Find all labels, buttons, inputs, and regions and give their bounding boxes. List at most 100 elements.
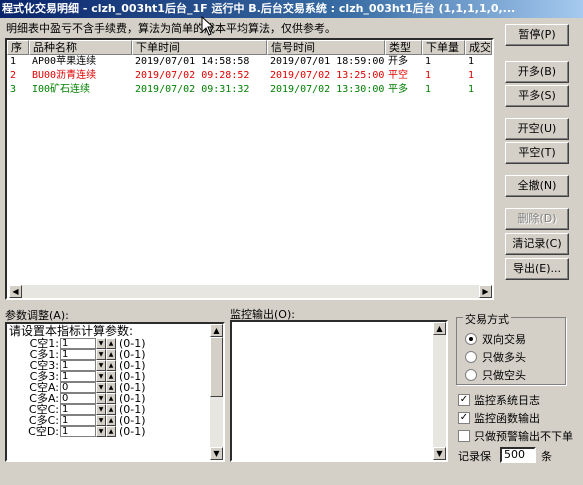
record-keep-suffix: 条 <box>541 450 552 463</box>
cell-type: 平多 <box>388 84 408 95</box>
spin-up-icon[interactable]: ▲ <box>106 371 116 382</box>
param-value-input[interactable]: 1 <box>60 415 96 426</box>
param-value-input[interactable]: 1 <box>60 360 96 371</box>
param-value-input[interactable]: 1 <box>60 349 96 360</box>
spin-up-icon[interactable]: ▲ <box>106 382 116 393</box>
cell-signal-time: 2019/07/02 13:25:00 <box>270 70 385 81</box>
param-value-input[interactable]: 1 <box>60 426 96 437</box>
scroll-down-arrow-icon[interactable]: ▼ <box>433 447 446 460</box>
radio-dot-icon[interactable] <box>465 333 477 345</box>
scroll-thumb[interactable] <box>210 337 223 397</box>
cell-signal-time: 2019/07/02 13:30:00 <box>270 84 385 95</box>
cell-instrument: BU00沥青连续 <box>32 70 97 81</box>
param-value-input[interactable]: 1 <box>60 371 96 382</box>
table-row[interactable]: 3 I00矿石连续 2019/07/02 09:31:32 2019/07/02… <box>7 83 492 97</box>
spin-up-icon[interactable]: ▲ <box>106 360 116 371</box>
radio-short-only[interactable]: 只做空头 <box>465 367 526 383</box>
record-keep-prefix: 记录保 <box>458 450 491 463</box>
params-vertical-scrollbar[interactable]: ▲ ▼ <box>210 324 223 460</box>
col-instrument[interactable]: 品种名称 <box>29 40 132 55</box>
scroll-track[interactable] <box>22 285 479 298</box>
scroll-right-arrow-icon[interactable]: ▶ <box>479 285 492 298</box>
spin-down-icon[interactable]: ▼ <box>96 382 106 393</box>
trade-mode-group: 交易方式 双向交易 只做多头 只做空头 <box>456 311 566 385</box>
spin-down-icon[interactable]: ▼ <box>96 393 106 404</box>
param-value-input[interactable]: 1 <box>60 338 96 349</box>
clear-records-button[interactable]: 清记录(C) <box>505 233 569 255</box>
check-alert-only-no-order[interactable]: 只做预警输出不下单 <box>458 428 573 444</box>
mouse-cursor-icon <box>201 16 215 36</box>
params-title: 请设置本指标计算参数: <box>9 324 134 338</box>
open-long-button[interactable]: 开多(B) <box>505 61 569 83</box>
delete-button[interactable]: 删除(D) <box>505 208 569 230</box>
spin-down-icon[interactable]: ▼ <box>96 371 106 382</box>
radio-label: 双向交易 <box>482 333 526 346</box>
spin-up-icon[interactable]: ▲ <box>106 393 116 404</box>
param-label: C空D: <box>28 425 59 438</box>
scroll-up-arrow-icon[interactable]: ▲ <box>433 322 446 335</box>
cell-filled: 1 <box>468 56 475 67</box>
checkbox-checked-icon[interactable]: ✓ <box>458 412 470 424</box>
cell-type: 平空 <box>388 70 408 81</box>
cell-order-qty: 1 <box>425 56 432 67</box>
radio-both-directions[interactable]: 双向交易 <box>465 331 526 347</box>
check-monitor-function-output[interactable]: ✓ 监控函数输出 <box>458 410 540 426</box>
scroll-down-arrow-icon[interactable]: ▼ <box>210 447 223 460</box>
cancel-all-button[interactable]: 全撤(N) <box>505 175 569 197</box>
monitor-vertical-scrollbar[interactable]: ▲ ▼ <box>433 322 446 460</box>
table-horizontal-scrollbar[interactable]: ◀ ▶ <box>9 285 492 298</box>
radio-dot-icon[interactable] <box>465 369 477 381</box>
cell-signal-time: 2019/07/01 18:59:00 <box>270 56 385 67</box>
monitor-output-area[interactable]: ▲ ▼ <box>230 320 448 462</box>
spin-down-icon[interactable]: ▼ <box>96 349 106 360</box>
record-keep-input[interactable]: 500 <box>500 447 536 463</box>
radio-long-only[interactable]: 只做多头 <box>465 349 526 365</box>
table-header: 序 品种名称 下单时间 信号时间 类型 下单量 成交 <box>7 40 492 55</box>
cell-instrument: I00矿石连续 <box>32 84 91 95</box>
col-order-qty[interactable]: 下单量 <box>422 40 465 55</box>
close-short-button[interactable]: 平空(T) <box>505 142 569 164</box>
spin-up-icon[interactable]: ▲ <box>106 426 116 437</box>
trade-details-table[interactable]: 序 品种名称 下单时间 信号时间 类型 下单量 成交 1 AP00苹果连续 20… <box>5 38 494 300</box>
checkbox-unchecked-icon[interactable] <box>458 430 470 442</box>
cell-filled: 1 <box>468 70 475 81</box>
col-type[interactable]: 类型 <box>385 40 422 55</box>
close-long-button[interactable]: 平多(S) <box>505 85 569 107</box>
param-value-input[interactable]: 1 <box>60 404 96 415</box>
spin-down-icon[interactable]: ▼ <box>96 404 106 415</box>
scroll-up-arrow-icon[interactable]: ▲ <box>210 324 223 337</box>
table-row[interactable]: 2 BU00沥青连续 2019/07/02 09:28:52 2019/07/0… <box>7 69 492 83</box>
cell-seq: 3 <box>10 84 17 95</box>
pause-button[interactable]: 暂停(P) <box>505 24 569 46</box>
cell-order-qty: 1 <box>425 70 432 81</box>
spin-up-icon[interactable]: ▲ <box>106 415 116 426</box>
spin-up-icon[interactable]: ▲ <box>106 349 116 360</box>
open-short-button[interactable]: 开空(U) <box>505 118 569 140</box>
params-panel[interactable]: 请设置本指标计算参数: C空1: 1 ▼ ▲ (0-1) C多1: 1 ▼ ▲ … <box>5 322 225 462</box>
param-value-input[interactable]: 0 <box>60 382 96 393</box>
cell-seq: 2 <box>10 70 17 81</box>
param-value-input[interactable]: 0 <box>60 393 96 404</box>
params-section-label: 参数调整(A): <box>5 309 69 322</box>
trade-mode-legend: 交易方式 <box>463 311 511 327</box>
check-monitor-system-log[interactable]: ✓ 监控系统日志 <box>458 392 540 408</box>
spin-up-icon[interactable]: ▲ <box>106 404 116 415</box>
scroll-left-arrow-icon[interactable]: ◀ <box>9 285 22 298</box>
spin-up-icon[interactable]: ▲ <box>106 338 116 349</box>
cell-order-qty: 1 <box>425 84 432 95</box>
checkbox-checked-icon[interactable]: ✓ <box>458 394 470 406</box>
col-signal-time[interactable]: 信号时间 <box>267 40 385 55</box>
disclaimer-note: 明细表中盈亏不含手续费，算法为简单的成本平均算法，仅供参考。 <box>6 22 336 35</box>
spin-down-icon[interactable]: ▼ <box>96 415 106 426</box>
table-row[interactable]: 1 AP00苹果连续 2019/07/01 14:58:58 2019/07/0… <box>7 55 492 69</box>
spin-down-icon[interactable]: ▼ <box>96 338 106 349</box>
param-row: C空D: 1 ▼ ▲ (0-1) <box>7 426 223 437</box>
radio-dot-icon[interactable] <box>465 351 477 363</box>
col-filled[interactable]: 成交 <box>465 40 492 55</box>
spin-down-icon[interactable]: ▼ <box>96 360 106 371</box>
export-button[interactable]: 导出(E)... <box>505 258 569 280</box>
col-order-time[interactable]: 下单时间 <box>132 40 267 55</box>
cell-order-time: 2019/07/01 14:58:58 <box>135 56 250 67</box>
spin-down-icon[interactable]: ▼ <box>96 426 106 437</box>
col-seq[interactable]: 序 <box>7 40 29 55</box>
